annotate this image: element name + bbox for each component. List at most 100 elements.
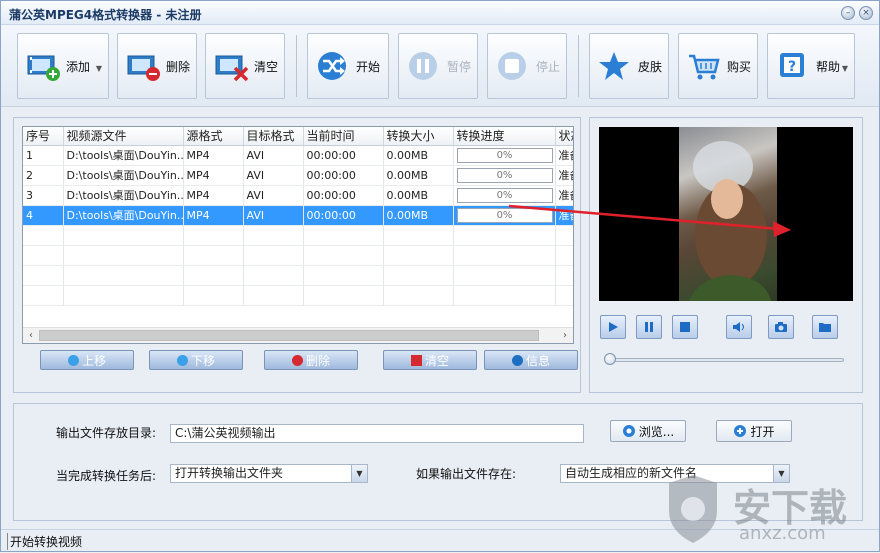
cell-no: 1 bbox=[23, 145, 64, 166]
app-window: 蒲公英MPEG4格式转换器 - 未注册 – × 添加 ▼ 删除 清空 开始 暂停… bbox=[0, 0, 880, 552]
pause-preview-button[interactable] bbox=[636, 315, 662, 339]
start-button[interactable]: 开始 bbox=[307, 33, 389, 99]
status-text: 开始转换视频 bbox=[7, 533, 82, 550]
close-button[interactable]: × bbox=[859, 6, 873, 20]
snapshot-button[interactable] bbox=[768, 315, 794, 339]
move-up-button[interactable]: 上移 bbox=[40, 350, 134, 370]
stop-preview-button[interactable] bbox=[672, 315, 698, 339]
list-delete-button[interactable]: 删除 bbox=[264, 350, 358, 370]
minimize-button[interactable]: – bbox=[841, 6, 855, 20]
list-clear-button[interactable]: 清空 bbox=[383, 350, 477, 370]
move-down-button[interactable]: 下移 bbox=[149, 350, 243, 370]
pause-icon bbox=[407, 50, 443, 82]
chevron-down-icon: ▼ bbox=[351, 465, 367, 482]
scrollbar-thumb[interactable] bbox=[39, 330, 539, 341]
add-button[interactable]: 添加 ▼ bbox=[17, 33, 109, 99]
output-dir-field[interactable]: C:\蒲公英视频输出 bbox=[170, 424, 584, 443]
file-list[interactable]: 序号 视频源文件 源格式 目标格式 当前时间 转换大小 转换进度 状态 1 D:… bbox=[22, 126, 574, 344]
pause-button[interactable]: 暂停 bbox=[398, 33, 478, 99]
info-button[interactable]: 信息 bbox=[484, 350, 578, 370]
delete-video-icon bbox=[126, 50, 162, 82]
column-header[interactable]: 转换进度 bbox=[453, 127, 556, 146]
seek-slider-track[interactable] bbox=[606, 358, 844, 362]
browse-button[interactable]: 浏览... bbox=[610, 420, 686, 442]
column-header[interactable]: 转换大小 bbox=[383, 127, 454, 146]
volume-button[interactable] bbox=[726, 315, 752, 339]
stop-icon bbox=[680, 322, 690, 332]
column-header[interactable]: 视频源文件 bbox=[63, 127, 184, 146]
table-row[interactable]: 3 D:\tools\桌面\DouYin... MP4 AVI 00:00:00… bbox=[23, 185, 573, 206]
column-header[interactable]: 状态 bbox=[555, 127, 573, 146]
progress-bar: 0% bbox=[456, 187, 553, 203]
horizontal-scrollbar[interactable]: ‹ › bbox=[23, 327, 573, 343]
cell-size: 0.00MB bbox=[383, 205, 454, 226]
skin-button[interactable]: 皮肤 bbox=[589, 33, 669, 99]
cell-status: 准备 bbox=[555, 165, 573, 186]
empty-row bbox=[23, 245, 573, 266]
seek-slider-thumb[interactable] bbox=[604, 353, 616, 365]
empty-row bbox=[23, 265, 573, 286]
cell-progress: 0% bbox=[453, 185, 556, 206]
column-header[interactable]: 源格式 bbox=[183, 127, 244, 146]
table-row[interactable]: 2 D:\tools\桌面\DouYin... MP4 AVI 00:00:00… bbox=[23, 165, 573, 186]
scroll-right-icon[interactable]: › bbox=[557, 328, 573, 343]
cell-progress: 0% bbox=[453, 205, 556, 226]
pause-icon bbox=[645, 322, 653, 332]
empty-row bbox=[23, 225, 573, 246]
folder-icon bbox=[819, 323, 831, 332]
file-list-panel: 序号 视频源文件 源格式 目标格式 当前时间 转换大小 转换进度 状态 1 D:… bbox=[13, 117, 581, 393]
cell-progress: 0% bbox=[453, 145, 556, 166]
cell-src-format: MP4 bbox=[183, 145, 244, 166]
browse-icon bbox=[622, 425, 635, 437]
camera-icon bbox=[775, 322, 787, 332]
stop-icon bbox=[496, 50, 532, 82]
progress-bar: 0% bbox=[456, 147, 553, 163]
table-row[interactable]: 1 D:\tools\桌面\DouYin... MP4 AVI 00:00:00… bbox=[23, 145, 573, 166]
buy-label: 购买 bbox=[727, 59, 752, 74]
column-header[interactable]: 序号 bbox=[23, 127, 64, 146]
cell-status: 准备 bbox=[555, 145, 573, 166]
cell-file: D:\tools\桌面\DouYin... bbox=[63, 185, 184, 206]
cell-src-format: MP4 bbox=[183, 165, 244, 186]
cell-size: 0.00MB bbox=[383, 165, 454, 186]
cell-status: 准备 bbox=[555, 185, 573, 206]
after-complete-value: 打开转换输出文件夹 bbox=[175, 466, 284, 480]
video-preview bbox=[599, 127, 853, 301]
arrow-up-icon bbox=[67, 354, 79, 366]
video-frame-image bbox=[679, 127, 777, 301]
dropdown-arrow-icon: ▼ bbox=[95, 64, 102, 73]
cell-progress: 0% bbox=[453, 165, 556, 186]
cell-dst-format: AVI bbox=[243, 205, 304, 226]
add-video-icon bbox=[26, 50, 62, 82]
open-button[interactable]: 打开 bbox=[716, 420, 792, 442]
cell-file: D:\tools\桌面\DouYin... bbox=[63, 165, 184, 186]
file-exists-label: 如果输出文件存在: bbox=[416, 467, 517, 481]
start-label: 开始 bbox=[356, 59, 381, 74]
help-button[interactable]: ? 帮助 ▼ bbox=[767, 33, 855, 99]
after-complete-select[interactable]: 打开转换输出文件夹 ▼ bbox=[170, 464, 368, 483]
delete-label: 删除 bbox=[166, 59, 191, 74]
buy-button[interactable]: 购买 bbox=[678, 33, 758, 99]
cell-status: 准备 bbox=[555, 205, 573, 226]
scroll-left-icon[interactable]: ‹ bbox=[23, 328, 39, 343]
stop-button[interactable]: 停止 bbox=[487, 33, 567, 99]
play-icon bbox=[609, 322, 618, 332]
after-complete-label: 当完成转换任务后: bbox=[56, 469, 157, 483]
cell-src-format: MP4 bbox=[183, 205, 244, 226]
clear-button[interactable]: 清空 bbox=[205, 33, 285, 99]
table-header-row: 序号 视频源文件 源格式 目标格式 当前时间 转换大小 转换进度 状态 bbox=[23, 127, 573, 146]
column-header[interactable]: 当前时间 bbox=[303, 127, 384, 146]
list-delete-label: 删除 bbox=[305, 353, 330, 368]
open-folder-button[interactable] bbox=[812, 315, 838, 339]
help-label: 帮助 bbox=[816, 59, 841, 74]
delete-button[interactable]: 删除 bbox=[117, 33, 197, 99]
play-button[interactable] bbox=[600, 315, 626, 339]
table-row-selected[interactable]: 4 D:\tools\桌面\DouYin... MP4 AVI 00:00:00… bbox=[23, 205, 573, 226]
cell-time: 00:00:00 bbox=[303, 165, 384, 186]
stop-label: 停止 bbox=[536, 59, 561, 74]
window-title: 蒲公英MPEG4格式转换器 - 未注册 bbox=[9, 8, 202, 22]
cell-src-format: MP4 bbox=[183, 185, 244, 206]
column-header[interactable]: 目标格式 bbox=[243, 127, 304, 146]
clear-label: 清空 bbox=[254, 59, 279, 74]
minus-circle-icon bbox=[291, 354, 303, 366]
